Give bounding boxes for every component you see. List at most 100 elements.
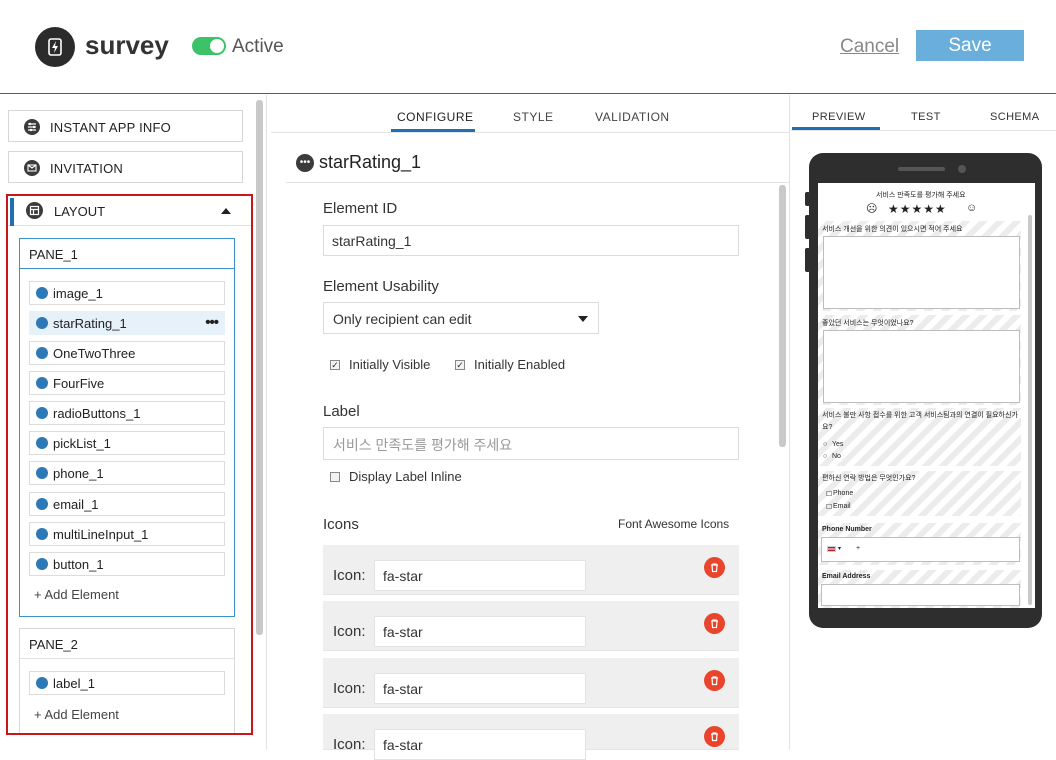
country-dropdown-icon[interactable]: ▾ xyxy=(838,545,841,552)
element-label: radioButtons_1 xyxy=(53,406,141,421)
add-element-button[interactable]: + Add Element xyxy=(34,707,119,722)
preview-q4-block: 편하신 연락 방법은 무엇인가요? ☐ Phone ☐ Email xyxy=(818,471,1021,516)
icon-input[interactable]: fa-star xyxy=(374,729,586,760)
app-header: survey Active Cancel Save xyxy=(0,0,1056,94)
radio-yes-icon[interactable]: ○ xyxy=(823,441,827,448)
preview-phone-input[interactable]: ▾ + xyxy=(821,537,1020,562)
phone-icon xyxy=(36,467,48,479)
tab-preview[interactable]: PREVIEW xyxy=(812,111,866,123)
element-picklist-1[interactable]: pickList_1 xyxy=(29,431,225,455)
save-button[interactable]: Save xyxy=(916,30,1024,61)
element-radiobuttons-1[interactable]: radioButtons_1 xyxy=(29,401,225,425)
ellipsis-icon: ••• xyxy=(296,154,314,172)
preview-email-input[interactable] xyxy=(821,584,1020,606)
preview-email-label: Email Address xyxy=(822,573,871,580)
frown-icon[interactable]: ☹ xyxy=(866,202,877,215)
icon-row: Icon: fa-star xyxy=(323,601,739,651)
icon-input[interactable]: fa-star xyxy=(374,616,586,647)
element-button-1[interactable]: button_1 xyxy=(29,552,225,576)
status-label: Active xyxy=(232,36,284,57)
list-icon xyxy=(36,437,48,449)
label-textarea[interactable]: 서비스 만족도를 평가해 주세요 xyxy=(323,427,739,460)
usability-label: Element Usability xyxy=(323,278,439,295)
preview-q1-textarea[interactable] xyxy=(823,236,1020,309)
app-name: survey xyxy=(85,30,169,60)
checkbox-email-icon[interactable]: ☐ xyxy=(826,503,832,511)
initially-enabled-checkbox[interactable]: ✓ xyxy=(455,360,465,370)
element-label: phone_1 xyxy=(53,466,104,481)
element-onetwothree[interactable]: OneTwoThree xyxy=(29,341,225,365)
icon-input[interactable]: fa-star xyxy=(374,560,586,591)
trash-icon[interactable] xyxy=(704,557,725,578)
speaker xyxy=(898,167,945,171)
section-label: INVITATION xyxy=(50,161,124,176)
tab-test[interactable]: TEST xyxy=(911,111,941,123)
preview-opt-email: Email xyxy=(833,503,851,510)
radio-no-icon[interactable]: ○ xyxy=(823,453,827,460)
element-label: label_1 xyxy=(53,676,95,691)
trash-icon[interactable] xyxy=(704,613,725,634)
left-panel: INSTANT APP INFO INVITATION LAYOUT PANE_… xyxy=(0,95,268,750)
element-starrating-1[interactable]: starRating_1 ••• xyxy=(29,311,225,335)
pane-title[interactable]: PANE_2 xyxy=(20,629,234,659)
section-instant-app-info[interactable]: INSTANT APP INFO xyxy=(8,110,243,142)
element-email-1[interactable]: email_1 xyxy=(29,492,225,516)
trash-icon[interactable] xyxy=(704,726,725,747)
initially-visible-checkbox[interactable]: ✓ xyxy=(330,360,340,370)
layout-header[interactable]: LAYOUT xyxy=(8,196,251,226)
cancel-button[interactable]: Cancel xyxy=(840,36,899,58)
ellipsis-icon xyxy=(36,317,48,329)
tab-configure[interactable]: CONFIGURE xyxy=(397,110,474,124)
add-element-button[interactable]: + Add Element xyxy=(34,587,119,602)
usability-select[interactable]: Only recipient can edit xyxy=(323,302,599,334)
active-toggle[interactable] xyxy=(192,37,226,55)
middle-scrollbar[interactable] xyxy=(779,185,786,447)
button-icon xyxy=(36,558,48,570)
element-label: OneTwoThree xyxy=(53,346,136,361)
initially-enabled-label: Initially Enabled xyxy=(474,357,566,372)
star-rating[interactable]: ★★★★★ xyxy=(888,202,947,216)
element-fourfive[interactable]: FourFive xyxy=(29,371,225,395)
initially-visible-label: Initially Visible xyxy=(349,357,431,372)
tab-validation[interactable]: VALIDATION xyxy=(595,110,670,124)
us-flag-icon[interactable] xyxy=(827,546,836,552)
tab-style[interactable]: STYLE xyxy=(513,110,554,124)
more-options-icon[interactable]: ••• xyxy=(205,314,219,331)
label-icon xyxy=(36,677,48,689)
element-label-1[interactable]: label_1 xyxy=(29,671,225,695)
envelope-icon xyxy=(36,498,48,510)
element-multilineinput-1[interactable]: multiLineInput_1 xyxy=(29,522,225,546)
trash-icon[interactable] xyxy=(704,670,725,691)
sliders-icon xyxy=(24,119,40,135)
layout-label: LAYOUT xyxy=(54,204,106,219)
left-scrollbar[interactable] xyxy=(256,100,263,635)
collapse-caret-icon[interactable] xyxy=(221,208,231,214)
preview-q2-label: 좋았던 서비스는 무엇이었나요? xyxy=(822,320,914,327)
element-image-1[interactable]: image_1 xyxy=(29,281,225,305)
lightning-logo-icon xyxy=(35,27,75,67)
camera-icon xyxy=(958,165,966,173)
preview-rating-title: 서비스 만족도를 평가해 주세요 xyxy=(876,192,966,199)
element-id-input[interactable]: starRating_1 xyxy=(323,225,739,256)
smile-icon[interactable]: ☺ xyxy=(966,202,977,214)
element-id-label: Element ID xyxy=(323,200,398,217)
icon-row: Icon: fa-star xyxy=(323,714,739,760)
tab-schema[interactable]: SCHEMA xyxy=(990,111,1039,123)
icon-row: Icon: fa-star xyxy=(323,545,739,595)
preview-q2-textarea[interactable] xyxy=(823,330,1020,403)
preview-phone-label: Phone Number xyxy=(822,526,872,533)
usability-value: Only recipient can edit xyxy=(333,311,472,327)
display-inline-checkbox[interactable] xyxy=(330,472,340,482)
preview-scrollbar[interactable] xyxy=(1028,215,1032,605)
element-label: pickList_1 xyxy=(53,436,111,451)
section-invitation[interactable]: INVITATION xyxy=(8,151,243,183)
element-phone-1[interactable]: phone_1 xyxy=(29,461,225,485)
element-label: email_1 xyxy=(53,497,99,512)
preview-opt-phone: Phone xyxy=(833,490,854,497)
icon-input[interactable]: fa-star xyxy=(374,673,586,704)
font-awesome-link[interactable]: Font Awesome Icons xyxy=(618,517,729,531)
pane-title[interactable]: PANE_1 xyxy=(20,239,234,269)
chevron-down-icon xyxy=(578,316,588,322)
config-tabs: CONFIGURE STYLE VALIDATION xyxy=(271,95,789,133)
checkbox-phone-icon[interactable]: ☐ xyxy=(826,490,832,498)
